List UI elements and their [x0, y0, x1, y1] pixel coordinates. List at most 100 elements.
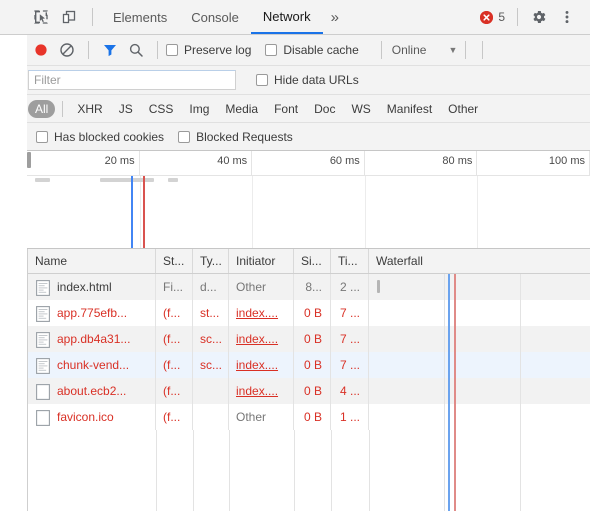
type-filter-js[interactable]: JS: [112, 100, 140, 118]
table-row[interactable]: index.html Fi... d... Other 8... 2 ...: [28, 274, 590, 300]
type-filter-media[interactable]: Media: [218, 100, 265, 118]
waterfall-dom-content-loaded-marker: [447, 326, 450, 352]
overview-chart[interactable]: [27, 152, 590, 248]
tab-console[interactable]: Console: [179, 0, 251, 34]
waterfall-gridline: [444, 300, 446, 326]
cell-initiator-text: index....: [236, 306, 279, 320]
request-name: app.db4a31...: [57, 332, 131, 346]
cell-initiator[interactable]: index....: [229, 326, 294, 352]
table-header-row: Name St... Ty... Initiator Si... Ti... Waterfa…: [28, 249, 590, 274]
overview-gridline: [364, 176, 366, 248]
cell-time-text: 1 ...: [339, 410, 360, 424]
error-count-badge[interactable]: 5: [480, 10, 505, 24]
cell-type-text: sc...: [200, 358, 223, 372]
overview-request-bar: [35, 178, 50, 182]
column-divider: [294, 430, 295, 511]
cell-initiator-text: index....: [236, 332, 279, 346]
more-tabs-button[interactable]: »: [323, 0, 347, 34]
load-event-marker: [142, 176, 145, 248]
type-filter-doc[interactable]: Doc: [307, 100, 342, 118]
cell-initiator[interactable]: index....: [229, 300, 294, 326]
tab-network[interactable]: Network: [250, 0, 323, 34]
inspect-element-icon[interactable]: [28, 4, 54, 30]
type-filter-ws[interactable]: WS: [344, 100, 377, 118]
type-filter-font[interactable]: Font: [267, 100, 305, 118]
table-row[interactable]: app.775efb... (f... st... index.... 0 B 7 ...: [28, 300, 590, 326]
waterfall-gridline: [519, 326, 521, 352]
hide-data-urls-checkbox[interactable]: Hide data URLs: [256, 73, 359, 87]
tabbar-divider: [92, 8, 93, 26]
waterfall-gridline: [444, 430, 446, 511]
cell-initiator-text: Other: [236, 410, 267, 424]
table-row[interactable]: about.ecb2... (f... index.... 0 B 4 ...: [28, 378, 590, 404]
cell-time: 7 ...: [331, 352, 369, 378]
column-header-name[interactable]: Name: [28, 249, 156, 273]
type-filter-other[interactable]: Other: [441, 100, 485, 118]
search-icon[interactable]: [123, 37, 149, 63]
record-button[interactable]: [28, 37, 54, 63]
disable-cache-label: Disable cache: [283, 43, 359, 57]
cell-type: sc...: [193, 326, 229, 352]
column-header-initiator[interactable]: Initiator: [229, 249, 294, 273]
overview-selection-handle[interactable]: [27, 152, 31, 168]
cell-status: (f...: [156, 404, 193, 430]
column-header-size[interactable]: Si...: [294, 249, 331, 273]
column-divider: [331, 430, 332, 511]
waterfall-gridline: [444, 352, 446, 378]
column-header-type[interactable]: Ty...: [193, 249, 229, 273]
gear-icon[interactable]: [526, 4, 552, 30]
tab-elements-label: Elements: [113, 9, 168, 25]
blank-document-icon: [36, 409, 50, 426]
table-row[interactable]: app.db4a31... (f... sc... index.... 0 B 7 ...: [28, 326, 590, 352]
cell-time-text: 2 ...: [339, 280, 360, 294]
type-filter-all[interactable]: All: [28, 99, 56, 118]
disable-cache-checkbox[interactable]: Disable cache: [265, 43, 359, 57]
cell-status-text: (f...: [163, 410, 181, 424]
cell-time-text: 7 ...: [339, 306, 360, 320]
network-overview[interactable]: 20 ms 40 ms 60 ms 80 ms 100 ms: [27, 151, 590, 249]
timeline-ruler: 20 ms 40 ms 60 ms 80 ms 100 ms: [27, 151, 590, 175]
type-filter-css[interactable]: CSS: [142, 100, 181, 118]
tab-elements[interactable]: Elements: [101, 0, 179, 34]
column-header-status[interactable]: St...: [156, 249, 193, 273]
blocked-requests-checkbox[interactable]: Blocked Requests: [178, 130, 293, 144]
waterfall-load-event-marker: [454, 430, 457, 511]
kebab-menu-icon[interactable]: [554, 4, 580, 30]
preserve-log-checkbox[interactable]: Preserve log: [166, 43, 251, 57]
clear-button[interactable]: [54, 37, 80, 63]
cell-time: 7 ...: [331, 326, 369, 352]
cell-size-text: 0 B: [303, 410, 322, 424]
cell-size-text: 0 B: [303, 384, 322, 398]
waterfall-load-event-marker: [454, 300, 457, 326]
cell-waterfall: [369, 378, 590, 404]
type-filter-img[interactable]: Img: [182, 100, 216, 118]
table-row[interactable]: chunk-vend... (f... sc... index.... 0 B 7 ...: [28, 352, 590, 378]
filter-icon[interactable]: [97, 37, 123, 63]
cell-waterfall: [369, 300, 590, 326]
type-filter-manifest[interactable]: Manifest: [380, 100, 439, 118]
column-divider: [369, 430, 370, 511]
cell-initiator-text: index....: [236, 384, 279, 398]
has-blocked-cookies-label: Has blocked cookies: [54, 129, 165, 144]
type-filter-xhr[interactable]: XHR: [70, 100, 109, 118]
filter-input[interactable]: [28, 70, 236, 90]
filter-row: Hide data URLs: [0, 66, 590, 95]
has-blocked-cookies-checkbox[interactable]: Has blocked cookies: [36, 130, 164, 144]
blocked-requests-label: Blocked Requests: [196, 129, 293, 144]
tabbar-right-actions: 5: [480, 4, 590, 30]
column-header-time[interactable]: Ti...: [331, 249, 369, 273]
request-name: favicon.ico: [57, 410, 114, 424]
table-row[interactable]: favicon.ico (f... Other 0 B 1 ...: [28, 404, 590, 430]
waterfall-dom-content-loaded-marker: [447, 352, 450, 378]
cell-status-text: (f...: [163, 332, 181, 346]
throttling-select[interactable]: Online ▼: [392, 43, 458, 57]
cell-initiator[interactable]: index....: [229, 378, 294, 404]
cell-initiator-text: index....: [236, 358, 279, 372]
waterfall-dom-content-loaded-marker: [447, 430, 450, 511]
device-toolbar-icon[interactable]: [56, 4, 82, 30]
ruler-tick: 40 ms: [140, 151, 253, 175]
column-header-waterfall[interactable]: Waterfall: [369, 249, 590, 273]
column-divider: [156, 430, 157, 511]
cell-initiator[interactable]: index....: [229, 352, 294, 378]
ruler-tick: 100 ms: [477, 151, 590, 175]
